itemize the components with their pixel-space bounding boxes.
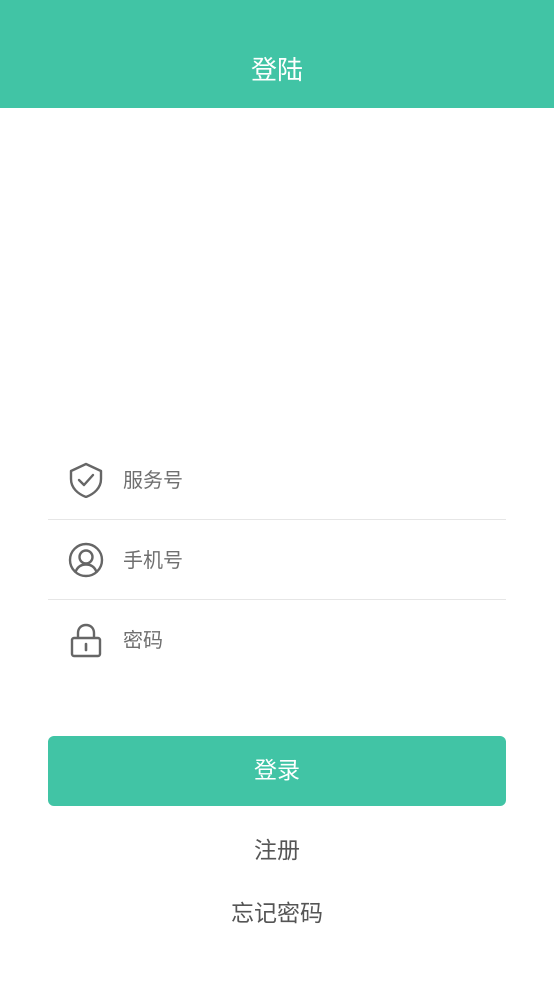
- app-header: 登陆: [0, 0, 554, 108]
- register-link[interactable]: 注册: [254, 838, 300, 864]
- user-icon: [68, 542, 104, 578]
- page-title: 登陆: [250, 56, 303, 86]
- service-number-input[interactable]: [123, 460, 483, 500]
- password-row: [48, 600, 506, 680]
- phone-input[interactable]: [123, 540, 483, 580]
- password-input[interactable]: [123, 620, 483, 660]
- shield-check-icon: [68, 462, 104, 499]
- forgot-password-link[interactable]: 忘记密码: [231, 901, 323, 927]
- lock-icon: [68, 622, 104, 658]
- service-number-row: [48, 440, 506, 520]
- register-link-row: 注册: [0, 834, 554, 868]
- phone-row: [48, 520, 506, 600]
- forgot-password-link-row: 忘记密码: [0, 897, 554, 931]
- login-button[interactable]: 登录: [48, 736, 506, 806]
